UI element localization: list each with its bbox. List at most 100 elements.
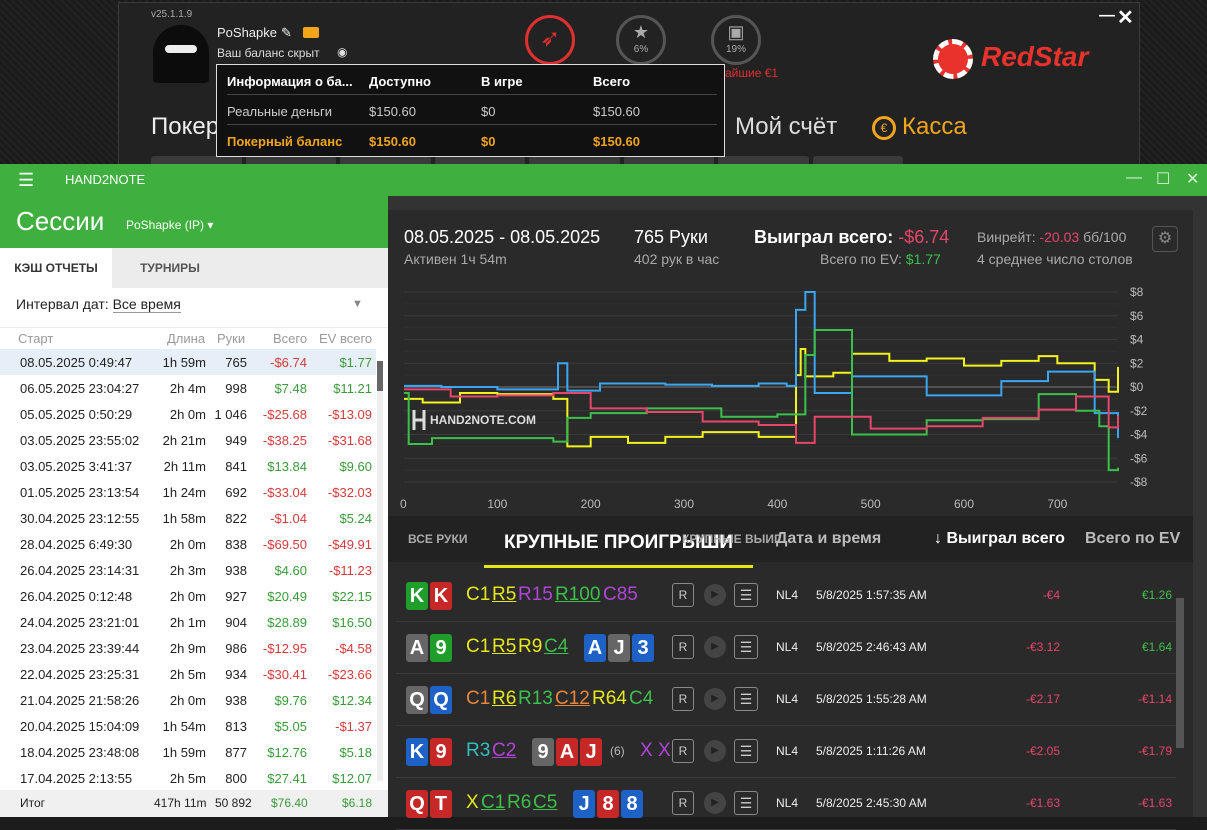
play-icon[interactable]: ▶ bbox=[704, 792, 726, 814]
title-bar: ☰ HAND2NOTE — ☐ ✕ bbox=[0, 164, 1207, 196]
col-ev-total[interactable]: Всего по EV bbox=[1085, 530, 1180, 548]
play-icon[interactable]: ▶ bbox=[704, 688, 726, 710]
scrollbar[interactable] bbox=[1176, 570, 1184, 810]
scrollbar-thumb[interactable] bbox=[377, 361, 383, 391]
cell-ev: -$31.68 bbox=[327, 433, 372, 448]
winrate-value: -20.03 bbox=[1039, 229, 1080, 245]
nav-my-account[interactable]: Мой счёт bbox=[735, 113, 837, 141]
hand-history-icon[interactable]: ☰ bbox=[734, 687, 758, 711]
hand-row[interactable]: Q Q C1 R6 R13 C12 R64 C4 R ▶ ☰ NL4 5/8/2025 1:55:28 … bbox=[396, 674, 1176, 726]
cell-total: $12.76 bbox=[267, 745, 307, 760]
poker-chip-logo-icon bbox=[933, 39, 973, 79]
replay-button[interactable]: R bbox=[672, 791, 694, 815]
cell-total: -$30.41 bbox=[262, 667, 307, 682]
play-icon[interactable]: ▶ bbox=[704, 584, 726, 606]
table-row[interactable]: 30.04.2025 23:12:55 1h 58m 822 -$1.04 $5.24 bbox=[0, 505, 376, 531]
cell-length: 2h 5m bbox=[169, 667, 206, 682]
hand-history-icon[interactable]: ☰ bbox=[734, 583, 758, 607]
cell-start: 03.05.2025 23:55:02 bbox=[20, 433, 140, 448]
replay-button[interactable]: R bbox=[672, 635, 694, 659]
cell-start: 22.04.2025 23:25:31 bbox=[20, 667, 140, 682]
table-row[interactable]: 01.05.2025 23:13:54 1h 24m 692 -$33.04 -$32.… bbox=[0, 479, 376, 505]
tab-big-wins[interactable]: КРУПНЫЕ ВЫИГ bbox=[682, 532, 781, 546]
hand-row[interactable]: Q T X C1 R6 C5 J 8 8 R ▶ ☰ NL4 5/8/2025 2:45:30 AM -€1… bbox=[396, 778, 1176, 830]
gear-icon[interactable]: ⚙ bbox=[1152, 226, 1178, 252]
hand-history-icon[interactable]: ☰ bbox=[734, 791, 758, 815]
table-row[interactable]: 08.05.2025 0:49:47 1h 59m 765 -$6.74 $1.77 bbox=[0, 349, 376, 375]
table-row[interactable]: 21.04.2025 21:58:26 2h 0m 938 $9.76 $12.34 bbox=[0, 687, 376, 713]
avatar[interactable] bbox=[153, 25, 209, 83]
table-row[interactable]: 03.05.2025 3:41:37 2h 11m 841 $13.84 $9.60 bbox=[0, 453, 376, 479]
col-total[interactable]: Всего bbox=[273, 331, 307, 346]
replay-button[interactable]: R bbox=[672, 687, 694, 711]
interval-value[interactable]: Все время bbox=[112, 296, 181, 313]
col-hands[interactable]: Руки bbox=[217, 331, 245, 346]
close-icon[interactable]: ✕ bbox=[1117, 5, 1134, 30]
username: PoShapke bbox=[217, 25, 277, 40]
tab-cash-reports[interactable]: КЭШ ОТЧЕТЫ bbox=[0, 248, 112, 288]
hand-history-icon[interactable]: ☰ bbox=[734, 739, 758, 763]
col-date-time[interactable]: Дата и время bbox=[776, 530, 881, 548]
star-progress[interactable]: ★ 6% bbox=[616, 15, 666, 65]
y-tick-label: -$6 bbox=[1130, 451, 1148, 465]
table-row[interactable]: 20.04.2025 15:04:09 1h 54m 813 $5.05 -$1.37 bbox=[0, 713, 376, 739]
cell-length: 2h 5m bbox=[169, 771, 206, 786]
x-tick-label: 200 bbox=[581, 497, 601, 510]
hand-row[interactable]: K K C1 R5 R15 R100 C85 R ▶ ☰ NL4 5/8/2025 1:57:35 A… bbox=[396, 570, 1176, 622]
hand-row[interactable]: K 9 R3 C2 9 A J (6) X X R ▶ ☰ NL4 5/8/2025 1:11:26 AM… bbox=[396, 726, 1176, 778]
date-interval[interactable]: Интервал дат: Все время ▼ bbox=[16, 296, 363, 313]
table-row[interactable]: 18.04.2025 23:48:08 1h 59m 877 $12.76 $5.18 bbox=[0, 739, 376, 765]
nav-poker[interactable]: Покер bbox=[151, 113, 219, 141]
col-start[interactable]: Старт bbox=[18, 331, 53, 346]
nav-cashier[interactable]: Касса bbox=[902, 113, 967, 141]
cell-total: -$1.04 bbox=[270, 511, 307, 526]
balance-col-total: Всего bbox=[593, 74, 631, 89]
close-icon[interactable]: ✕ bbox=[1186, 169, 1199, 189]
eye-icon[interactable]: ◉ bbox=[337, 45, 347, 59]
maximize-icon[interactable]: ☐ bbox=[1156, 169, 1170, 189]
cell-ev: $1.77 bbox=[339, 355, 372, 370]
x-tick-label: 300 bbox=[674, 497, 694, 510]
play-icon[interactable]: ▶ bbox=[704, 740, 726, 762]
mail-icon[interactable] bbox=[303, 27, 319, 38]
hand-history-icon[interactable]: ☰ bbox=[734, 635, 758, 659]
col-won-total[interactable]: ↓ Выиграл всего bbox=[934, 530, 1065, 548]
hole-card: Q bbox=[406, 790, 428, 818]
tab-tournaments[interactable]: ТУРНИРЫ bbox=[112, 248, 228, 288]
scrollbar[interactable] bbox=[377, 361, 383, 781]
cell-start: 18.04.2025 23:48:08 bbox=[20, 745, 140, 760]
gift-progress[interactable]: ▣ 19% bbox=[711, 15, 761, 65]
user-select[interactable]: PoShapke (IP) ▾ bbox=[126, 218, 213, 232]
col-length[interactable]: Длина bbox=[167, 331, 205, 346]
table-row[interactable]: 23.04.2025 23:39:44 2h 9m 986 -$12.95 -$4.58 bbox=[0, 635, 376, 661]
table-row[interactable]: 26.04.2025 23:14:31 2h 3m 938 $4.60 -$11.23 bbox=[0, 557, 376, 583]
table-row[interactable]: 22.04.2025 23:25:31 2h 5m 934 -$30.41 -$23.6… bbox=[0, 661, 376, 687]
table-row[interactable]: 03.05.2025 23:55:02 2h 21m 949 -$38.25 -$31.… bbox=[0, 427, 376, 453]
minimize-icon[interactable]: — bbox=[1099, 7, 1115, 25]
replay-button[interactable]: R bbox=[672, 739, 694, 763]
table-row[interactable]: 26.04.2025 0:12:48 2h 0m 927 $20.49 $22.15 bbox=[0, 583, 376, 609]
balance-col-available: Доступно bbox=[369, 74, 431, 89]
tab-all-hands[interactable]: ВСЕ РУКИ bbox=[408, 532, 467, 546]
scrollbar-thumb[interactable] bbox=[1176, 598, 1184, 748]
table-row[interactable]: 17.04.2025 2:13:55 2h 5m 800 $27.41 $12.07 bbox=[0, 765, 376, 791]
hamburger-menu-icon[interactable]: ☰ bbox=[18, 170, 34, 191]
rocket-icon[interactable]: ➶ bbox=[525, 15, 575, 65]
cell-hands: 904 bbox=[225, 615, 247, 630]
cell-length: 2h 21m bbox=[162, 433, 206, 448]
pencil-icon[interactable]: ✎ bbox=[281, 25, 292, 41]
minimize-icon[interactable]: — bbox=[1126, 169, 1142, 187]
play-icon[interactable]: ▶ bbox=[704, 636, 726, 658]
hand-row[interactable]: A 9 C1 R5 R9 C4 A J 3 R ▶ ☰ NL4 5/8/2025 2:46:43 AM -€… bbox=[396, 622, 1176, 674]
table-row[interactable]: 05.05.2025 0:50:29 2h 0m 1 046 -$25.68 -$13.… bbox=[0, 401, 376, 427]
col-ev-total[interactable]: EV всего bbox=[319, 331, 372, 346]
hand-date: 5/8/2025 1:11:26 AM bbox=[816, 744, 926, 758]
table-row[interactable]: 06.05.2025 23:04:27 2h 4m 998 $7.48 $11.21 bbox=[0, 375, 376, 401]
replay-button[interactable]: R bbox=[672, 583, 694, 607]
table-row[interactable]: 24.04.2025 23:21:01 2h 1m 904 $28.89 $16.50 bbox=[0, 609, 376, 635]
cell-hands: 938 bbox=[225, 563, 247, 578]
session-detail-panel: 08.05.2025 - 08.05.2025 Активен 1ч 54m 7… bbox=[388, 210, 1193, 830]
cell-hands: 949 bbox=[225, 433, 247, 448]
table-row[interactable]: 28.04.2025 6:49:30 2h 0m 838 -$69.50 -$49.91 bbox=[0, 531, 376, 557]
cell-length: 1h 54m bbox=[162, 719, 206, 734]
